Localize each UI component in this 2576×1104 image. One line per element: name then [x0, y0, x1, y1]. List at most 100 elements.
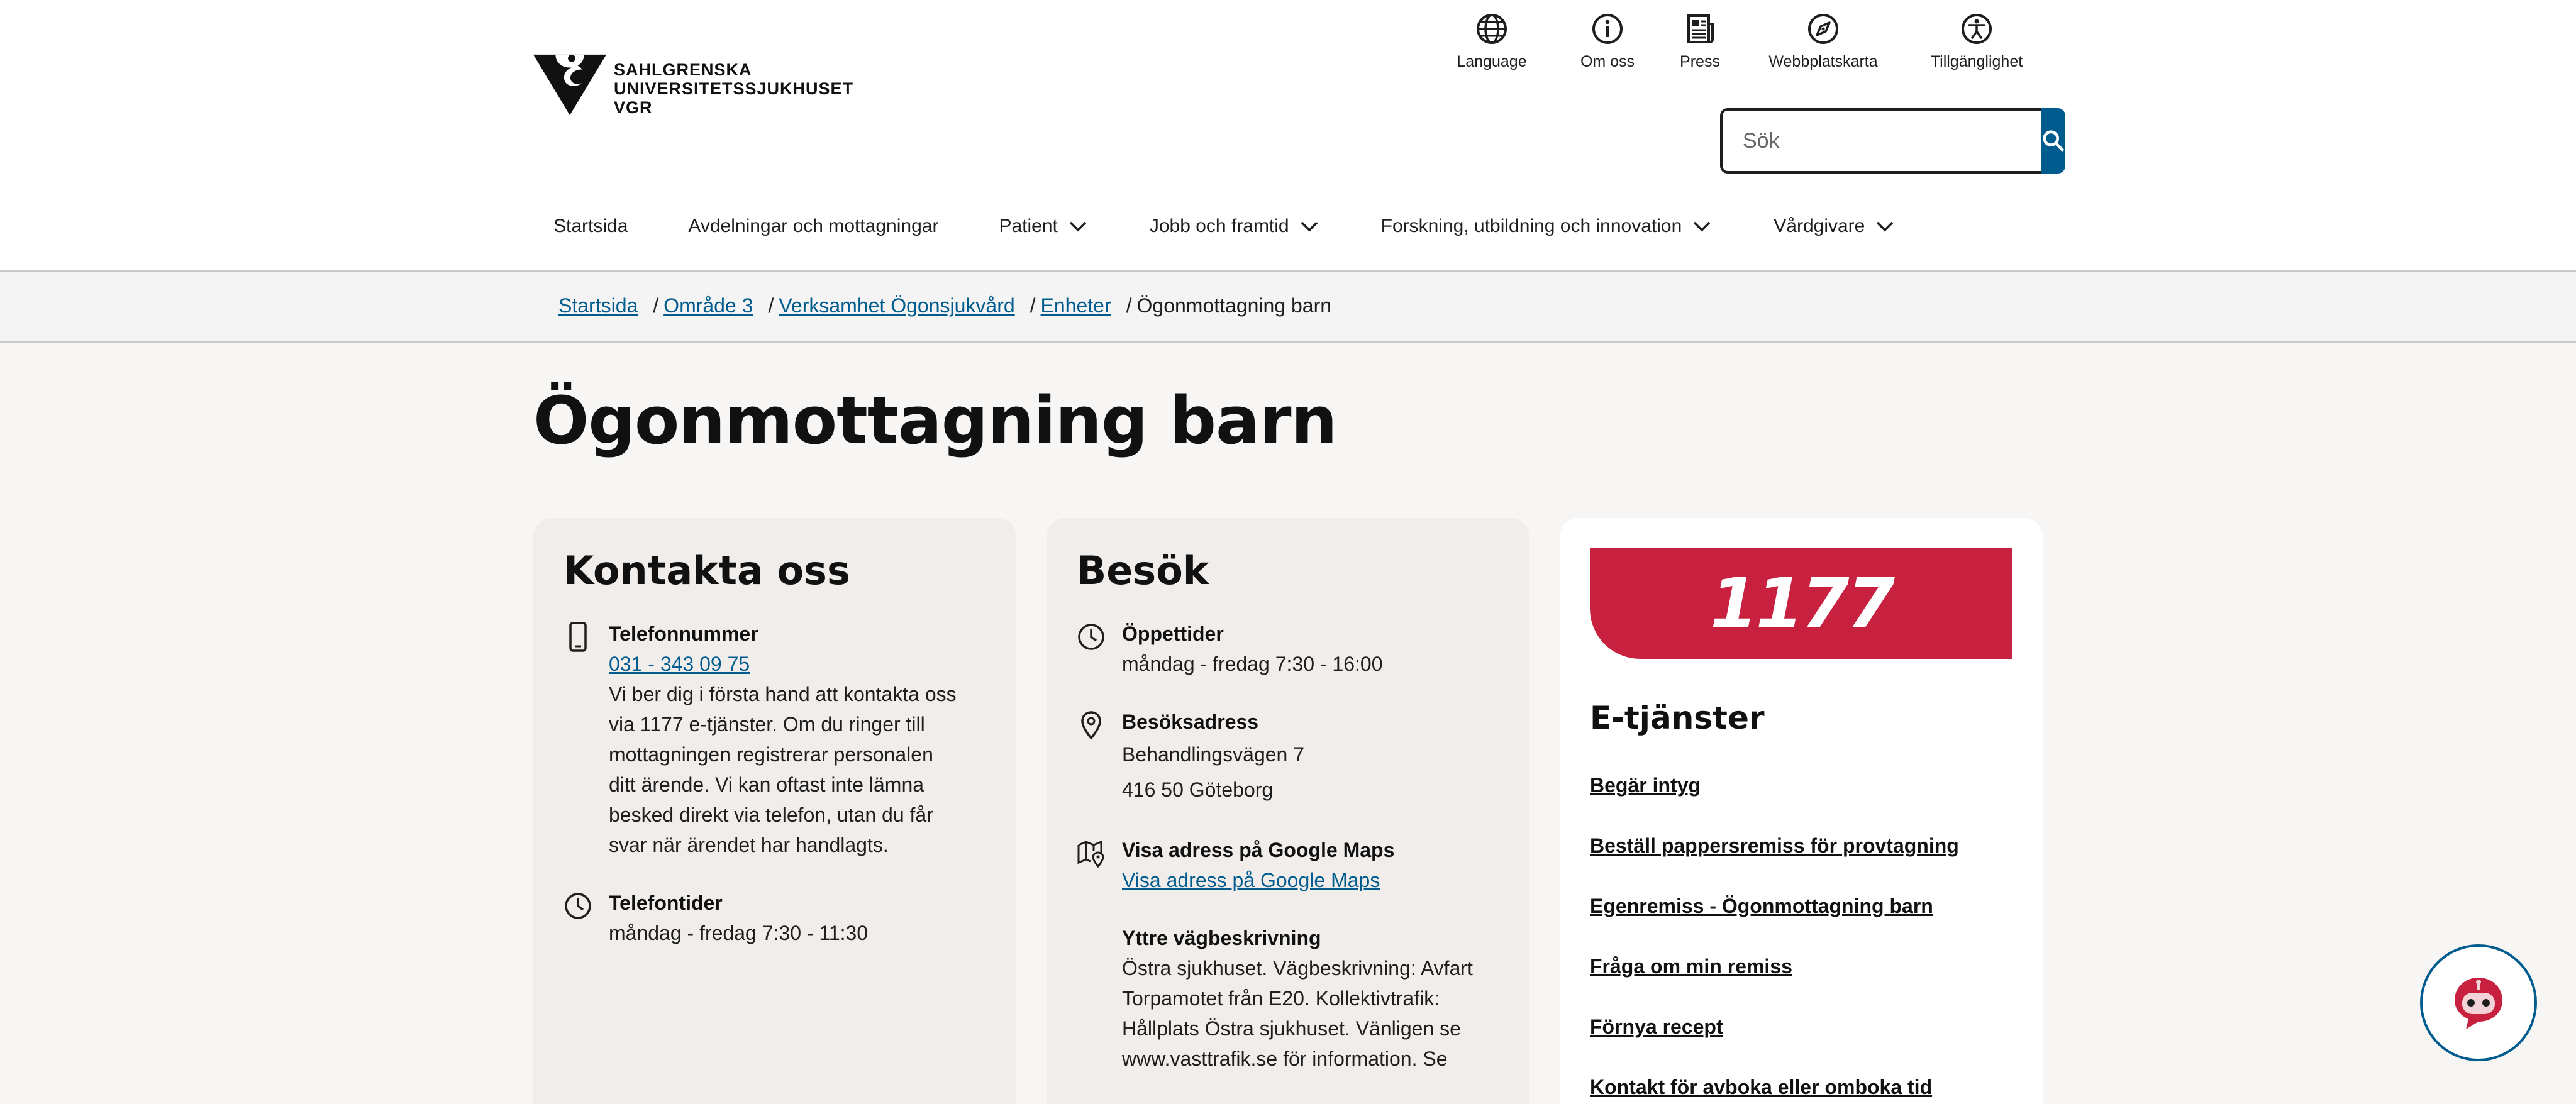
phone-number-link[interactable]: 031 - 343 09 75	[609, 649, 986, 679]
search-form	[1720, 108, 2065, 174]
breadcrumb-startsida[interactable]: Startsida	[558, 294, 638, 317]
list-item: Begär intyg	[1590, 770, 2012, 801]
google-maps-link[interactable]: Visa adress på Google Maps	[1122, 865, 1499, 895]
tillganglighet-label: Tillgänglighet	[1930, 53, 2023, 70]
eservice-link-begar-intyg[interactable]: Begär intyg	[1590, 774, 1701, 797]
phone-hours-label: Telefontider	[609, 891, 723, 914]
search-icon	[2043, 130, 2064, 152]
press-link[interactable]: Press	[1679, 11, 1721, 80]
chat-bot-button[interactable]	[2420, 944, 2537, 1061]
eservice-link-bestall-pappersremiss[interactable]: Beställ pappersremiss för provtagning	[1590, 834, 1959, 857]
eservice-link-fornya-recept[interactable]: Förnya recept	[1590, 1015, 1723, 1038]
info-icon	[1592, 14, 1623, 44]
utility-nav: Language Om oss Press Webbplatskarta Til…	[1453, 11, 2024, 80]
site-header: SAHLGRENSKA UNIVERSITETSSJUKHUSET VGR La…	[0, 0, 2576, 272]
maps-info: Visa adress på Google Maps Visa adress p…	[1077, 835, 1499, 895]
language-link[interactable]: Language	[1453, 11, 1531, 80]
breadcrumb-current: Ögonmottagning barn	[1136, 294, 1332, 317]
breadcrumb-separator: /	[768, 294, 774, 317]
breadcrumb-omrade-3[interactable]: Område 3	[663, 294, 753, 317]
breadcrumb-verksamhet[interactable]: Verksamhet Ögonsjukvård	[779, 294, 1014, 317]
language-label: Language	[1457, 53, 1527, 70]
nav-avdelningar[interactable]: Avdelningar och mottagningar	[688, 216, 938, 237]
location-pin-icon	[1081, 711, 1101, 740]
phone-text-line: Vi ber dig i första hand att kontakta os…	[609, 683, 957, 705]
eservice-link-egenremiss[interactable]: Egenremiss - Ögonmottagning barn	[1590, 895, 1933, 917]
nav-label: Forskning, utbildning och innovation	[1380, 216, 1682, 236]
nav-patient[interactable]: Patient	[999, 215, 1089, 238]
clock-icon	[565, 893, 591, 919]
nav-vardgivare[interactable]: Vårdgivare	[1774, 215, 1896, 238]
address-line-2: 416 50 Göteborg	[1122, 778, 1274, 801]
breadcrumb-separator: /	[1126, 294, 1132, 317]
opening-hours-value: måndag - fredag 7:30 - 16:00	[1122, 653, 1383, 675]
nav-jobb[interactable]: Jobb och framtid	[1150, 215, 1321, 238]
om-oss-link[interactable]: Om oss	[1580, 11, 1635, 80]
contact-card-title: Kontakta oss	[564, 548, 850, 593]
phone-text-line: mottagningen registrerar personalen	[609, 743, 933, 766]
eservices-card: 1177 E-tjänster Begär intyg Beställ papp…	[1560, 518, 2043, 1104]
logo-line-1: SAHLGRENSKA	[614, 60, 752, 79]
main-nav: Startsida Avdelningar och mottagningar P…	[553, 207, 1957, 245]
globe-icon	[1477, 14, 1507, 44]
tillganglighet-link[interactable]: Tillgänglighet	[1929, 11, 2024, 80]
mobile-phone-icon	[569, 622, 587, 652]
address-line-1: Behandlingsvägen 7	[1122, 743, 1305, 766]
phone-hours-info: Telefontider måndag - fredag 7:30 - 11:3…	[564, 888, 986, 948]
nav-forskning[interactable]: Forskning, utbildning och innovation	[1381, 215, 1714, 238]
webbplatskarta-link[interactable]: Webbplatskarta	[1767, 11, 1879, 80]
eservices-title: E-tjänster	[1590, 700, 1765, 736]
breadcrumb-enheter[interactable]: Enheter	[1041, 294, 1111, 317]
brand-1177-logo: 1177	[1590, 548, 2012, 659]
opening-hours-label: Öppettider	[1122, 622, 1224, 645]
search-button[interactable]	[2041, 108, 2065, 174]
address-label: Besöksadress	[1122, 710, 1259, 733]
directions-line: Östra sjukhuset. Vägbeskrivning: Avfart	[1122, 957, 1473, 980]
nav-label: Jobb och framtid	[1149, 216, 1289, 236]
chevron-down-icon	[1069, 221, 1087, 232]
address-info: Besöksadress Behandlingsvägen 7 416 50 G…	[1077, 707, 1499, 807]
accessibility-icon	[1962, 14, 1992, 44]
directions-info: Yttre vägbeskrivning Östra sjukhuset. Vä…	[1077, 923, 1499, 1074]
search-input[interactable]	[1720, 108, 2041, 174]
eservice-link-avboka[interactable]: Kontakt för avboka eller omboka tid	[1590, 1076, 1932, 1098]
om-oss-label: Om oss	[1580, 53, 1635, 70]
opening-hours-info: Öppettider måndag - fredag 7:30 - 16:00	[1077, 619, 1499, 679]
logo-line-3: VGR	[614, 98, 653, 117]
clock-icon	[1078, 624, 1104, 650]
site-logo[interactable]: SAHLGRENSKA UNIVERSITETSSJUKHUSET VGR	[533, 53, 860, 122]
chevron-down-icon	[1694, 221, 1711, 232]
visit-card: Besök Öppettider måndag - fredag 7:30 - …	[1046, 518, 1530, 1104]
directions-line: www.vasttrafik.se för information. Se	[1122, 1047, 1448, 1070]
breadcrumb-separator: /	[1030, 294, 1036, 317]
breadcrumb-bar: Startsida / Område 3 / Verksamhet Ögonsj…	[0, 272, 2576, 343]
webbplatskarta-label: Webbplatskarta	[1768, 53, 1878, 70]
chevron-down-icon	[1877, 221, 1894, 232]
phone-text-line: besked direkt via telefon, utan du får	[609, 803, 933, 826]
nav-label: Startsida	[553, 216, 628, 236]
eservices-list: Begär intyg Beställ pappersremiss för pr…	[1590, 770, 2012, 1103]
maps-label: Visa adress på Google Maps	[1122, 839, 1395, 861]
phone-label: Telefonnummer	[609, 622, 758, 645]
press-label: Press	[1680, 53, 1720, 70]
list-item: Fråga om min remiss	[1590, 951, 2012, 982]
eservice-link-fraga-remiss[interactable]: Fråga om min remiss	[1590, 955, 1792, 978]
chat-robot-icon	[2455, 978, 2502, 1029]
brand-1177-text: 1177	[1709, 563, 1895, 644]
directions-line: Hållplats Östra sjukhuset. Vänligen se	[1122, 1017, 1461, 1040]
phone-text-line: ditt ärende. Vi kan oftast inte lämna	[609, 773, 924, 796]
breadcrumb: Startsida / Område 3 / Verksamhet Ögonsj…	[558, 294, 1331, 317]
chevron-down-icon	[1301, 221, 1318, 232]
contact-card: Kontakta oss Telefonnummer 031 - 343 09 …	[533, 518, 1016, 1104]
list-item: Förnya recept	[1590, 1011, 2012, 1042]
compass-icon	[1808, 14, 1838, 44]
list-item: Kontakt för avboka eller omboka tid	[1590, 1071, 2012, 1103]
breadcrumb-separator: /	[653, 294, 659, 317]
map-icon	[1077, 840, 1104, 868]
sahlgrenska-logo-icon	[533, 54, 607, 116]
logo-line-2: UNIVERSITETSSJUKHUSET	[614, 79, 854, 98]
nav-startsida[interactable]: Startsida	[553, 216, 628, 237]
phone-hours-value: måndag - fredag 7:30 - 11:30	[609, 922, 869, 944]
phone-text-line: svar när ärendet har handlagts.	[609, 834, 889, 856]
phone-text-line: via 1177 e-tjänster. Om du ringer till	[609, 713, 925, 736]
